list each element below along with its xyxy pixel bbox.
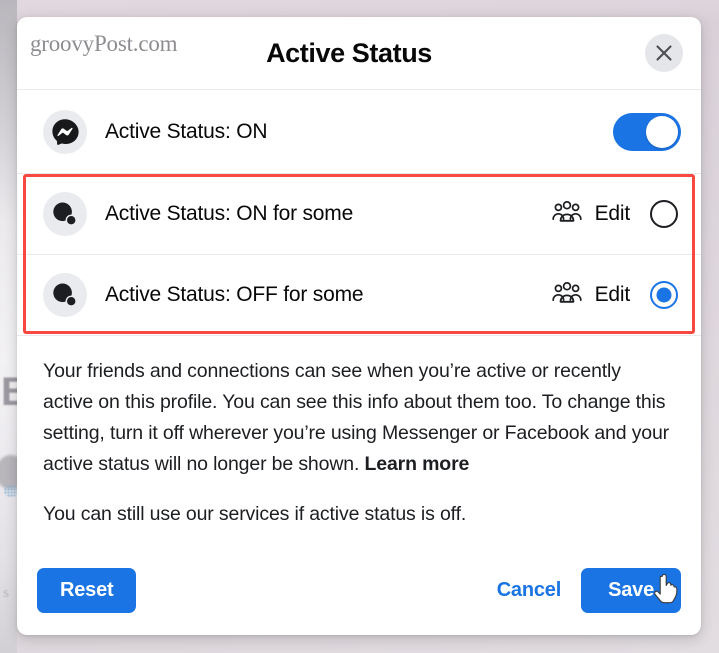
- page-title: Active Status: [266, 37, 432, 68]
- close-button[interactable]: [645, 34, 683, 72]
- people-group-icon: [551, 200, 582, 229]
- option-label: Active Status: ON: [105, 119, 268, 143]
- learn-more-link[interactable]: Learn more: [365, 453, 470, 475]
- radio-on-for-some[interactable]: [650, 200, 678, 228]
- active-status-dialog: groovyPost.com Active Status Active Stat…: [17, 17, 701, 635]
- toggle-knob: [646, 115, 678, 148]
- people-avatar-icon: [43, 192, 87, 236]
- save-button[interactable]: Save: [581, 568, 681, 613]
- description-paragraph-2: You can still use our services if active…: [43, 503, 467, 525]
- option-label: Active Status: OFF for some: [105, 283, 364, 306]
- backdrop-dot-pattern: [4, 485, 18, 497]
- active-status-toggle[interactable]: [613, 112, 681, 151]
- option-row-off-for-some[interactable]: Active Status: OFF for some Edit: [17, 255, 701, 335]
- dialog-footer: Reset Cancel Save: [17, 568, 701, 635]
- reset-button[interactable]: Reset: [37, 568, 137, 613]
- people-avatar-icon: [43, 273, 87, 317]
- edit-link[interactable]: Edit: [595, 202, 631, 226]
- options-list: Active Status: ON Active Status: ON for …: [17, 90, 701, 336]
- edit-link[interactable]: Edit: [595, 283, 631, 307]
- description-section: Your friends and connections can see whe…: [17, 336, 701, 568]
- messenger-icon: [43, 109, 87, 154]
- groovypost-watermark: groovyPost.com: [30, 31, 178, 56]
- option-controls: Edit: [551, 281, 681, 310]
- close-icon: [654, 43, 674, 63]
- option-row-on-for-some[interactable]: Active Status: ON for some Edit: [17, 174, 701, 254]
- option-controls: [613, 112, 681, 151]
- option-label: Active Status: ON for some: [105, 202, 354, 225]
- description-text: Your friends and connections can see whe…: [43, 360, 670, 475]
- dialog-header: groovyPost.com Active Status: [17, 17, 701, 90]
- cancel-button[interactable]: Cancel: [485, 568, 573, 613]
- description-paragraph-1: Your friends and connections can see whe…: [43, 356, 675, 480]
- option-controls: Edit: [551, 200, 681, 229]
- option-row-active-status-on[interactable]: Active Status: ON: [17, 90, 701, 173]
- backdrop-small-text: s: [3, 585, 9, 601]
- radio-off-for-some[interactable]: [650, 281, 678, 309]
- backdrop-left-panel: [0, 0, 17, 653]
- people-group-icon: [551, 281, 582, 310]
- divider: [17, 335, 701, 336]
